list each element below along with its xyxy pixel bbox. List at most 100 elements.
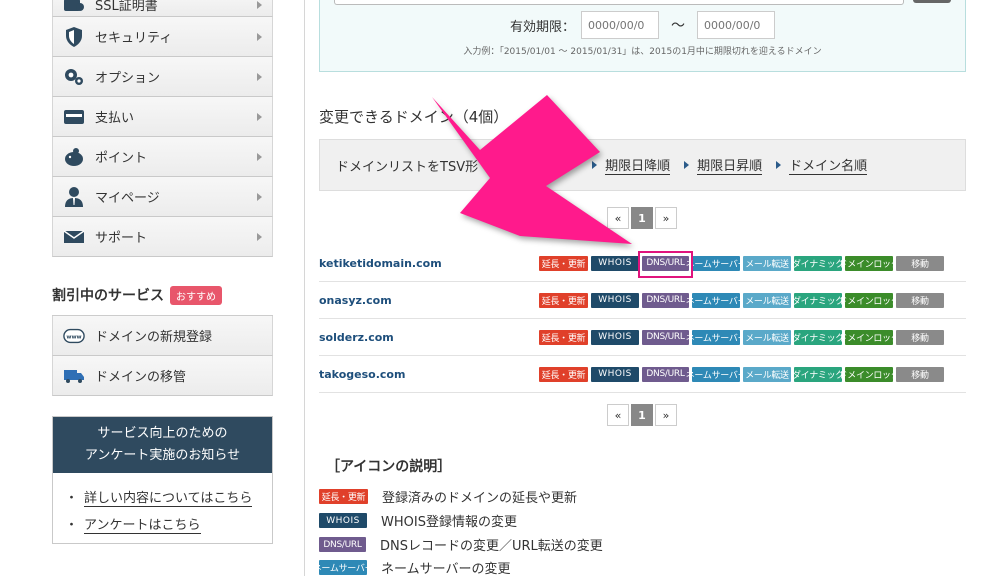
expiry-example: 入力例：「2015/01/01 〜 2015/01/31」は、2015の1月中に… [463, 47, 822, 57]
dynamic-button[interactable]: ダイナミック [792, 366, 844, 382]
legend-ns-badge: ネームサーバー [313, 560, 374, 575]
keyword-input[interactable] [334, 0, 904, 5]
move-button[interactable]: 移動 [896, 329, 944, 345]
dns-url-highlight-box [638, 251, 693, 278]
legend-text: WHOIS登録情報の変更 [381, 515, 517, 530]
sidebar-item-label: ドメインの移管 [95, 370, 187, 385]
renew-button[interactable]: 延長・更新 [539, 329, 588, 345]
whois-button[interactable]: WHOIS [591, 329, 639, 345]
pager-current[interactable]: 1 [631, 207, 653, 229]
sort-expiry-asc-link[interactable]: 期限日昇順 [684, 155, 763, 175]
sidebar-item-payment[interactable]: 支払い [52, 97, 273, 137]
expiry-from-input[interactable] [581, 11, 659, 39]
nameserver-button[interactable]: ネームサーバー [686, 329, 747, 345]
domain-actions: 延長・更新 WHOIS DNS/URL ネームサーバー メール転送 ダイナミック… [539, 292, 944, 308]
domain-name[interactable]: ketiketidomain.com [319, 257, 539, 270]
content-divider [304, 0, 305, 576]
renew-button[interactable]: 延長・更新 [539, 292, 588, 308]
sort-links: 期限日降順 期限日昇順 ドメイン名順 [578, 155, 868, 175]
expiry-row: 有効期限： 〜 [320, 11, 965, 39]
sale-menu: www ドメインの新規登録 ドメインの移管 [52, 315, 273, 396]
pager-next[interactable]: » [655, 207, 677, 229]
domain-lock-button[interactable]: ドメインロック [839, 329, 900, 345]
domain-row: onasyz.com 延長・更新 WHOIS DNS/URL ネームサーバー メ… [319, 282, 966, 319]
sidebar-item-transfer[interactable]: ドメインの移管 [52, 356, 273, 396]
dynamic-button[interactable]: ダイナミック [792, 292, 844, 308]
survey-heading: サービス向上のための アンケート実施のお知らせ [53, 417, 272, 473]
mail-forward-button[interactable]: メール転送 [743, 366, 791, 382]
survey-box: サービス向上のための アンケート実施のお知らせ ・詳しい内容についてはこちら ・… [52, 416, 273, 544]
globe-icon: www [63, 325, 85, 347]
sidebar-item-security[interactable]: セキュリティ [52, 17, 273, 57]
domain-actions: 延長・更新 WHOIS DNS/URL ネームサーバー メール転送 ダイナミック… [539, 255, 944, 271]
domain-list-title: 変更できるドメイン（4個） [319, 108, 509, 126]
dns-url-button[interactable]: DNS/URL [642, 366, 689, 382]
sidebar-item-label: 支払い [95, 111, 135, 126]
survey-details-link[interactable]: ・詳しい内容についてはこちら [65, 483, 260, 510]
pager-bottom: « 1 » [607, 404, 677, 426]
sort-expiry-desc-link[interactable]: 期限日降順 [592, 155, 671, 175]
truck-icon [63, 365, 85, 387]
expiry-label: 有効期限： [509, 19, 575, 35]
sidebar-item-mypage[interactable]: マイページ [52, 177, 273, 217]
survey-link[interactable]: ・アンケートはこちら [65, 510, 260, 537]
recommend-badge: おすすめ [170, 285, 222, 305]
sidebar-item-ssl[interactable]: SSL証明書 [52, 0, 273, 17]
move-button[interactable]: 移動 [896, 255, 944, 271]
dns-url-button[interactable]: DNS/URL [642, 292, 689, 308]
sidebar-item-new-domain[interactable]: www ドメインの新規登録 [52, 316, 273, 356]
mail-forward-button[interactable]: メール転送 [743, 292, 791, 308]
renew-button[interactable]: 延長・更新 [539, 255, 588, 271]
sidebar-item-point[interactable]: ポイント [52, 137, 273, 177]
domain-actions: 延長・更新 WHOIS DNS/URL ネームサーバー メール転送 ダイナミック… [539, 366, 944, 382]
legend-item: 延長・更新 登録済みのドメインの延長や更新 [319, 487, 577, 506]
sidebar-item-support[interactable]: サポート [52, 217, 273, 257]
survey-body: ・詳しい内容についてはこちら ・アンケートはこちら [53, 473, 272, 543]
renew-button[interactable]: 延長・更新 [539, 366, 588, 382]
chevron-right-icon [257, 32, 262, 41]
range-tilde: 〜 [671, 18, 685, 34]
search-box: 有効期限： 〜 入力例：「2015/01/01 〜 2015/01/31」は、2… [319, 0, 966, 72]
chevron-right-icon [257, 192, 262, 201]
sidebar-item-label: マイページ [95, 191, 160, 206]
piggy-bank-icon [63, 146, 85, 168]
search-button[interactable] [913, 0, 951, 3]
mail-forward-button[interactable]: メール転送 [743, 329, 791, 345]
nameserver-button[interactable]: ネームサーバー [686, 292, 747, 308]
chevron-right-icon [257, 232, 262, 241]
sidebar-item-option[interactable]: オプション [52, 57, 273, 97]
dynamic-button[interactable]: ダイナミック [792, 329, 844, 345]
dns-url-button[interactable]: DNS/URL [642, 329, 689, 345]
sidebar-item-label: サポート [95, 231, 148, 246]
pager-current[interactable]: 1 [631, 404, 653, 426]
sort-domain-name-link[interactable]: ドメイン名順 [776, 155, 868, 175]
domain-name[interactable]: takogeso.com [319, 368, 539, 381]
pager-top: « 1 » [607, 207, 677, 229]
dynamic-button[interactable]: ダイナミック [792, 255, 844, 271]
sort-link-text: 期限日昇順 [697, 155, 763, 175]
expiry-to-input[interactable] [697, 11, 775, 39]
domain-name[interactable]: onasyz.com [319, 294, 539, 307]
nameserver-button[interactable]: ネームサーバー [686, 366, 747, 382]
survey-details-link-text: 詳しい内容についてはこちら [84, 491, 253, 507]
pager-prev[interactable]: « [607, 404, 629, 426]
domain-lock-button[interactable]: ドメインロック [839, 366, 900, 382]
mail-forward-button[interactable]: メール転送 [743, 255, 791, 271]
whois-button[interactable]: WHOIS [591, 366, 639, 382]
move-button[interactable]: 移動 [896, 366, 944, 382]
tsv-download-link[interactable]: ドメインリストをTSV形 [336, 156, 478, 175]
domain-lock-button[interactable]: ドメインロック [839, 292, 900, 308]
sidebar-item-label: ドメインの新規登録 [95, 330, 213, 345]
domain-lock-button[interactable]: ドメインロック [839, 255, 900, 271]
user-icon [63, 186, 85, 208]
whois-button[interactable]: WHOIS [591, 255, 639, 271]
whois-button[interactable]: WHOIS [591, 292, 639, 308]
move-button[interactable]: 移動 [896, 292, 944, 308]
gear-icon [63, 66, 85, 88]
pager-next[interactable]: » [655, 404, 677, 426]
pager-prev[interactable]: « [607, 207, 629, 229]
domain-name[interactable]: solderz.com [319, 331, 539, 344]
legend-whois-badge: WHOIS [319, 513, 367, 528]
legend-text: DNSレコードの変更／URL転送の変更 [380, 539, 603, 554]
nameserver-button[interactable]: ネームサーバー [686, 255, 747, 271]
